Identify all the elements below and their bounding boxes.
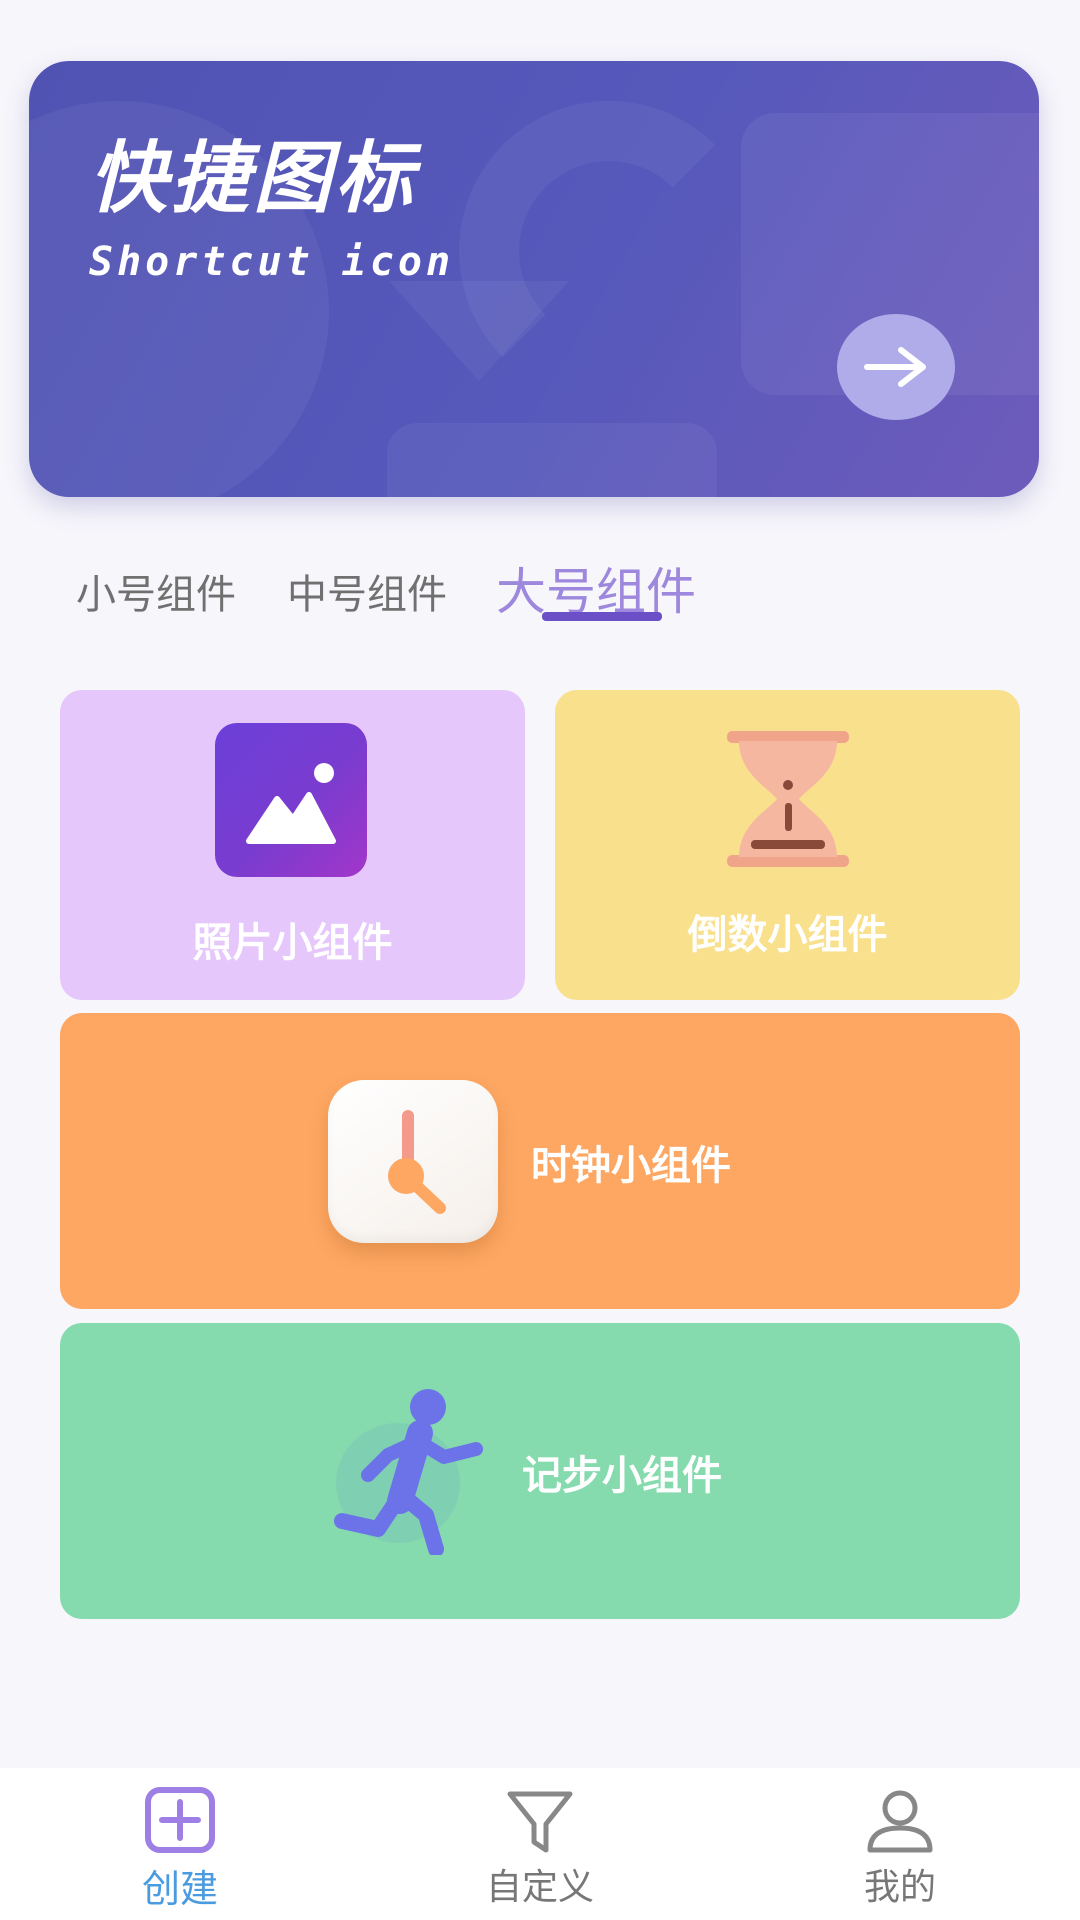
nav-mine-label: 我的 [863, 1867, 936, 1908]
runner-icon [334, 1389, 483, 1555]
countdown-widget-card[interactable]: 倒数小组件 [555, 690, 1020, 1000]
banner-arrow-button[interactable] [837, 314, 955, 420]
nav-create-label: 创建 [141, 1867, 218, 1911]
hourglass-icon [727, 731, 849, 867]
photo-widget-label: 照片小组件 [192, 920, 393, 966]
countdown-widget-label: 倒数小组件 [687, 912, 888, 958]
nav-customize-label: 自定义 [485, 1867, 594, 1908]
nav-create[interactable]: 创建 [80, 1768, 280, 1920]
clock-icon [328, 1080, 498, 1243]
steps-widget-label: 记步小组件 [522, 1453, 722, 1499]
clock-widget-card[interactable]: 时钟小组件 [60, 1013, 1020, 1309]
banner-decoration [387, 423, 717, 497]
banner-decoration [389, 281, 569, 381]
banner-title: 快捷图标 [89, 134, 418, 224]
arrow-right-icon [864, 347, 926, 387]
tab-medium-widget[interactable]: 中号组件 [287, 562, 447, 620]
banner-subtitle: Shortcut icon [89, 239, 455, 285]
banner-decoration [459, 101, 759, 401]
tab-small-widget[interactable]: 小号组件 [76, 562, 236, 620]
active-tab-indicator [542, 612, 662, 621]
bottom-navigation: 创建 自定义 我的 [0, 1768, 1080, 1920]
user-icon [867, 1790, 933, 1853]
photo-icon [215, 723, 367, 877]
filter-icon [507, 1791, 573, 1853]
shortcut-icon-banner[interactable]: 快捷图标 Shortcut icon [29, 61, 1039, 497]
nav-mine[interactable]: 我的 [800, 1768, 1000, 1920]
photo-widget-card[interactable]: 照片小组件 [60, 690, 525, 1000]
nav-customize[interactable]: 自定义 [440, 1768, 640, 1920]
plus-square-icon [145, 1787, 215, 1853]
steps-widget-card[interactable]: 记步小组件 [60, 1323, 1020, 1619]
clock-widget-label: 时钟小组件 [531, 1143, 731, 1189]
